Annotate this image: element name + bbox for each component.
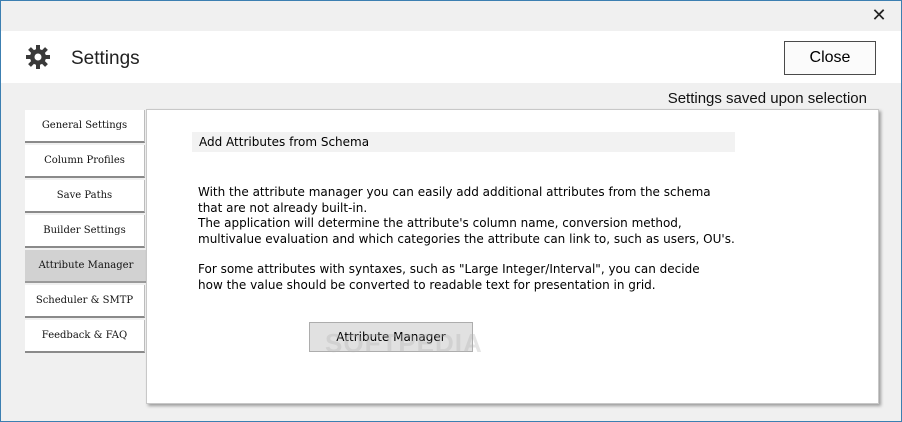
settings-nav: General Settings Column Profiles Save Pa… — [25, 110, 147, 355]
close-button[interactable]: Close — [784, 41, 876, 75]
section-title: Add Attributes from Schema — [192, 132, 735, 152]
nav-item-general-settings[interactable]: General Settings — [25, 110, 145, 143]
attribute-manager-button[interactable]: Attribute Manager — [309, 322, 473, 352]
nav-item-column-profiles[interactable]: Column Profiles — [25, 145, 145, 178]
nav-item-builder-settings[interactable]: Builder Settings — [25, 215, 145, 248]
attribute-manager-panel: Add Attributes from Schema With the attr… — [146, 109, 879, 404]
description-paragraph: For some attributes with syntaxes, such … — [198, 262, 700, 292]
description-paragraph: With the attribute manager you can easil… — [198, 185, 735, 246]
gear-icon — [26, 45, 50, 69]
page-title: Settings — [71, 48, 140, 69]
settings-saved-note: Settings saved upon selection — [667, 90, 867, 107]
nav-item-save-paths[interactable]: Save Paths — [25, 180, 145, 213]
settings-window: ✕ Settings Close Settings saved upon sel… — [0, 0, 902, 422]
nav-item-feedback-faq[interactable]: Feedback & FAQ — [25, 320, 145, 353]
nav-item-scheduler-smtp[interactable]: Scheduler & SMTP — [25, 285, 145, 318]
nav-item-attribute-manager[interactable]: Attribute Manager — [25, 250, 147, 283]
window-close-icon[interactable]: ✕ — [865, 5, 893, 27]
description: With the attribute manager you can easil… — [198, 185, 798, 293]
